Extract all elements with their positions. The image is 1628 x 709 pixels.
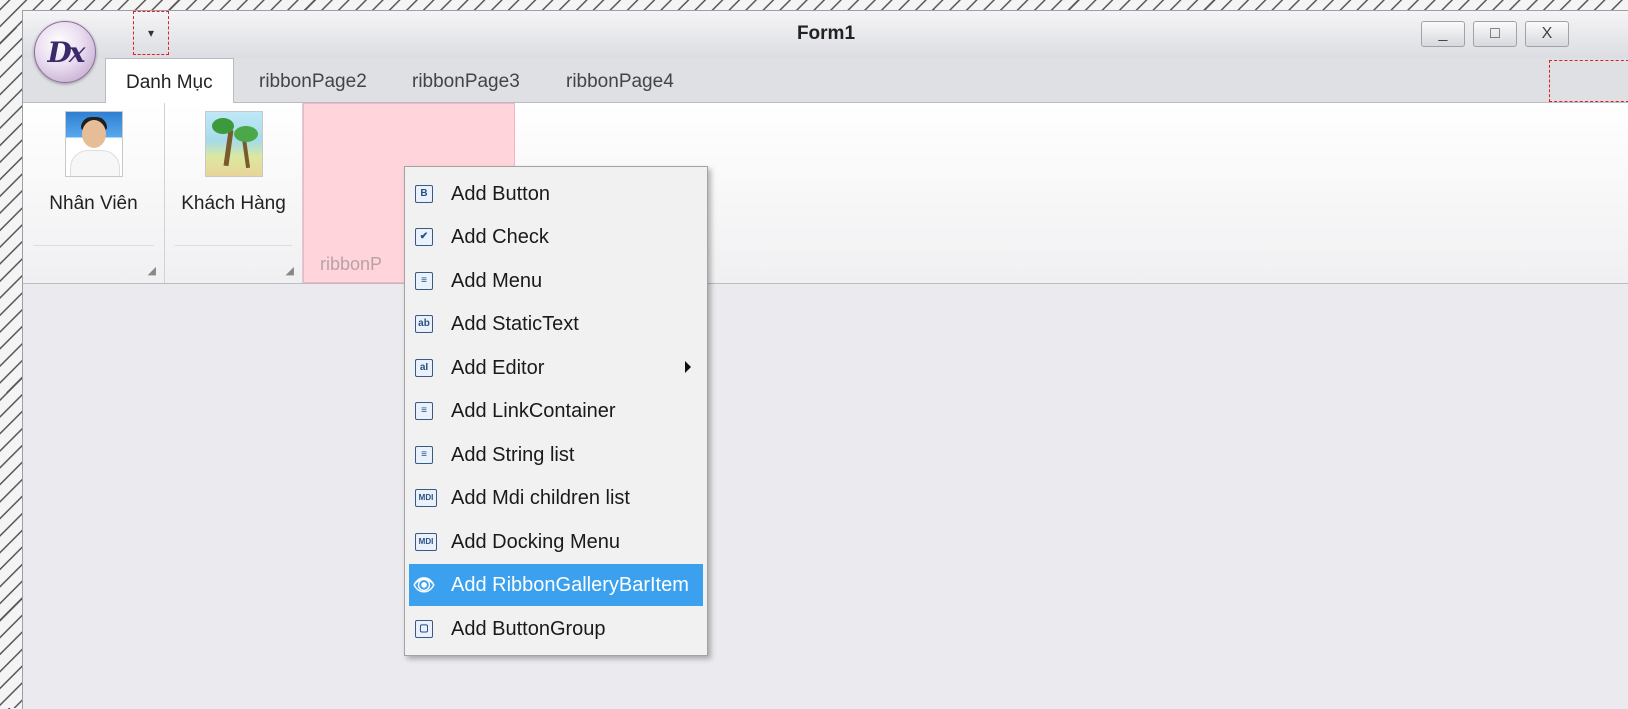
static-text-icon: ab [415, 315, 433, 333]
menu-item-add-ribbongallerybaritem[interactable]: 👁 Add RibbonGalleryBarItem [409, 564, 703, 606]
tab-ribbon-page2[interactable]: ribbonPage2 [239, 58, 387, 103]
application-button[interactable]: Dx [34, 21, 96, 83]
button-icon: B [415, 185, 433, 203]
ribbon-page-content: Nhân Viên ◢ Khách Hàng ◢ ribbonP [23, 103, 1628, 284]
khach-hang-label: Khách Hàng [181, 193, 286, 214]
nhan-vien-label: Nhân Viên [49, 193, 138, 214]
title-bar: ▾ Form1 _ □ X [23, 11, 1628, 58]
menu-item-add-buttongroup[interactable]: ▢ Add ButtonGroup [409, 608, 703, 650]
menu-item-add-statictext[interactable]: ab Add StaticText [409, 303, 703, 345]
menu-item-add-linkcontainer[interactable]: ≡ Add LinkContainer [409, 390, 703, 432]
group-launcher-icon[interactable]: ◢ [286, 264, 294, 277]
app-logo-icon: Dx [47, 35, 86, 69]
menu-item-add-editor[interactable]: aI Add Editor [409, 347, 703, 389]
menu-item-add-mdi-children-list[interactable]: MDI Add Mdi children list [409, 477, 703, 519]
menu-icon: ≡ [415, 272, 433, 290]
minimize-button[interactable]: _ [1421, 21, 1465, 47]
menu-item-add-check[interactable]: ✔ Add Check [409, 216, 703, 258]
window-title: Form1 [796, 23, 856, 44]
maximize-button[interactable]: □ [1473, 21, 1517, 47]
tab-ribbon-page4[interactable]: ribbonPage4 [546, 58, 694, 103]
beach-picture-icon [204, 111, 263, 177]
group-caption-bar [175, 245, 292, 246]
ribbon-group-khach-hang: Khách Hàng ◢ [165, 103, 303, 283]
khach-hang-button[interactable]: Khách Hàng [165, 111, 302, 215]
form-window: ▾ Form1 _ □ X Dx Danh Mục ribbonPage2 ri… [22, 10, 1628, 709]
group-caption-bar [33, 245, 154, 246]
close-icon: X [1541, 25, 1553, 42]
group-launcher-icon[interactable]: ◢ [148, 264, 156, 277]
designer-drop-zone[interactable] [1549, 60, 1628, 102]
menu-item-add-docking-menu[interactable]: MDI Add Docking Menu [409, 521, 703, 563]
close-button[interactable]: X [1525, 21, 1569, 47]
tab-ribbon-page3[interactable]: ribbonPage3 [392, 58, 540, 103]
mdi-icon: MDI [415, 533, 437, 551]
maximize-icon: □ [1490, 25, 1500, 42]
minimize-icon: _ [1438, 25, 1448, 42]
selected-group-caption: ribbonP [320, 254, 383, 274]
nhan-vien-button[interactable]: Nhân Viên [23, 111, 164, 215]
ribbon-tab-strip: Danh Mục ribbonPage2 ribbonPage3 ribbonP… [23, 58, 1628, 103]
menu-item-add-menu[interactable]: ≡ Add Menu [409, 260, 703, 302]
eye-icon: 👁 [412, 575, 436, 595]
checkbox-icon: ✔ [415, 228, 433, 246]
link-container-icon: ≡ [415, 402, 433, 420]
editor-icon: aI [415, 359, 433, 377]
designer-context-menu: B Add Button ✔ Add Check ≡ Add Menu ab A… [404, 166, 708, 656]
employee-photo-icon [64, 111, 123, 177]
string-list-icon: ≡ [415, 446, 433, 464]
ribbon-group-nhan-vien: Nhân Viên ◢ [23, 103, 165, 283]
menu-item-add-button[interactable]: B Add Button [409, 173, 703, 215]
mdi-icon: MDI [415, 489, 437, 507]
tab-danh-muc[interactable]: Danh Mục [105, 58, 234, 103]
menu-item-add-string-list[interactable]: ≡ Add String list [409, 434, 703, 476]
submenu-arrow-icon [685, 361, 691, 373]
button-group-icon: ▢ [415, 620, 433, 638]
